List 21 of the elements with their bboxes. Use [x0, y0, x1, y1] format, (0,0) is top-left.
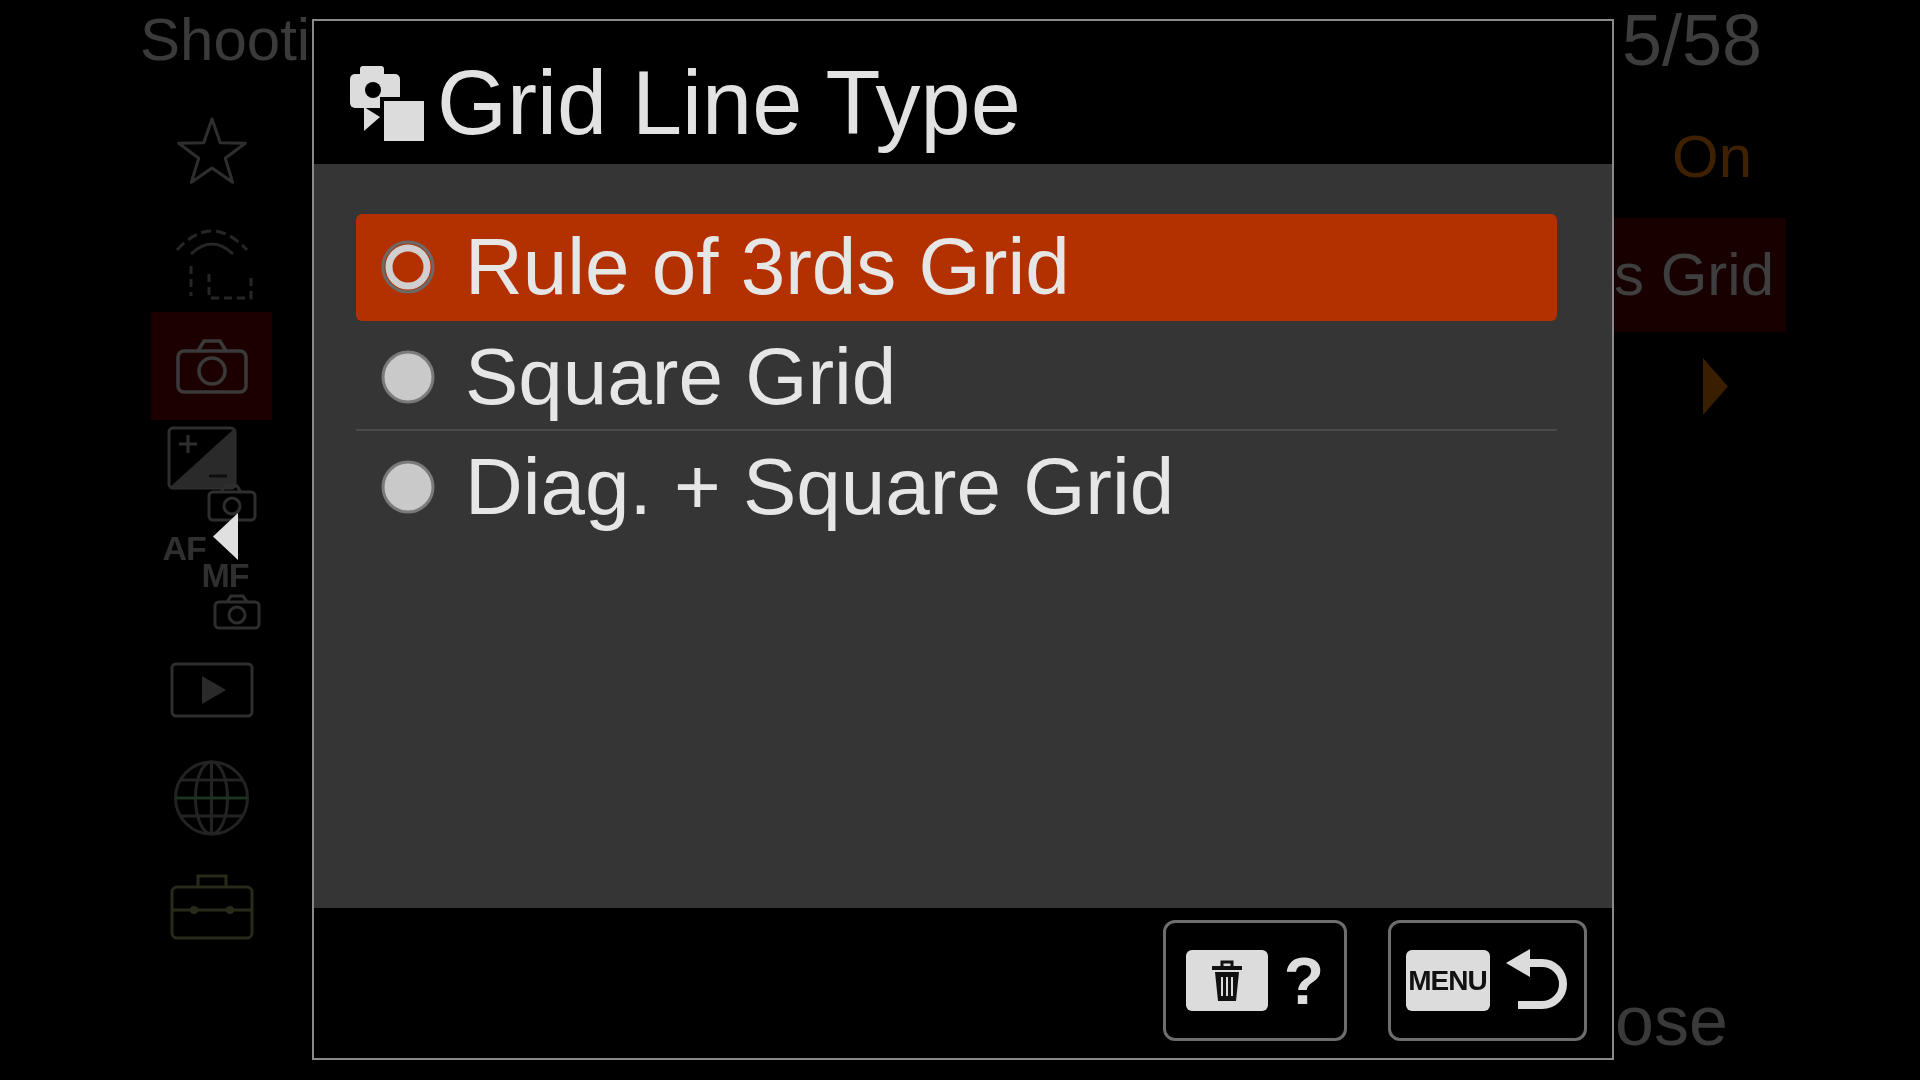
globe-icon — [172, 759, 251, 837]
left-arrow-icon — [213, 513, 238, 560]
star-icon — [176, 116, 247, 184]
option-item[interactable]: Rule of 3rds Grid — [356, 214, 1557, 321]
help-button[interactable]: ? — [1163, 920, 1347, 1041]
dialog-title: Grid Line Type — [437, 53, 1021, 153]
menu-tab[interactable] — [151, 312, 272, 420]
option-item[interactable]: Square Grid — [356, 324, 1557, 431]
play-icon — [169, 662, 254, 718]
toolbox-icon — [169, 872, 254, 940]
menu-back-button[interactable]: MENU — [1388, 920, 1587, 1041]
camera-square-icon — [350, 65, 424, 141]
trash-key-icon — [1185, 950, 1268, 1011]
camera-icon — [175, 338, 248, 394]
menu-title: Shooti — [140, 5, 311, 75]
camera-icon — [212, 594, 261, 630]
option-item[interactable]: Diag. + Square Grid — [356, 434, 1557, 541]
exposure-icon — [166, 426, 257, 522]
hint-text: ose — [1615, 981, 1728, 1061]
page-counter: 5/58 — [1622, 0, 1763, 80]
right-arrow-icon — [1703, 358, 1728, 415]
